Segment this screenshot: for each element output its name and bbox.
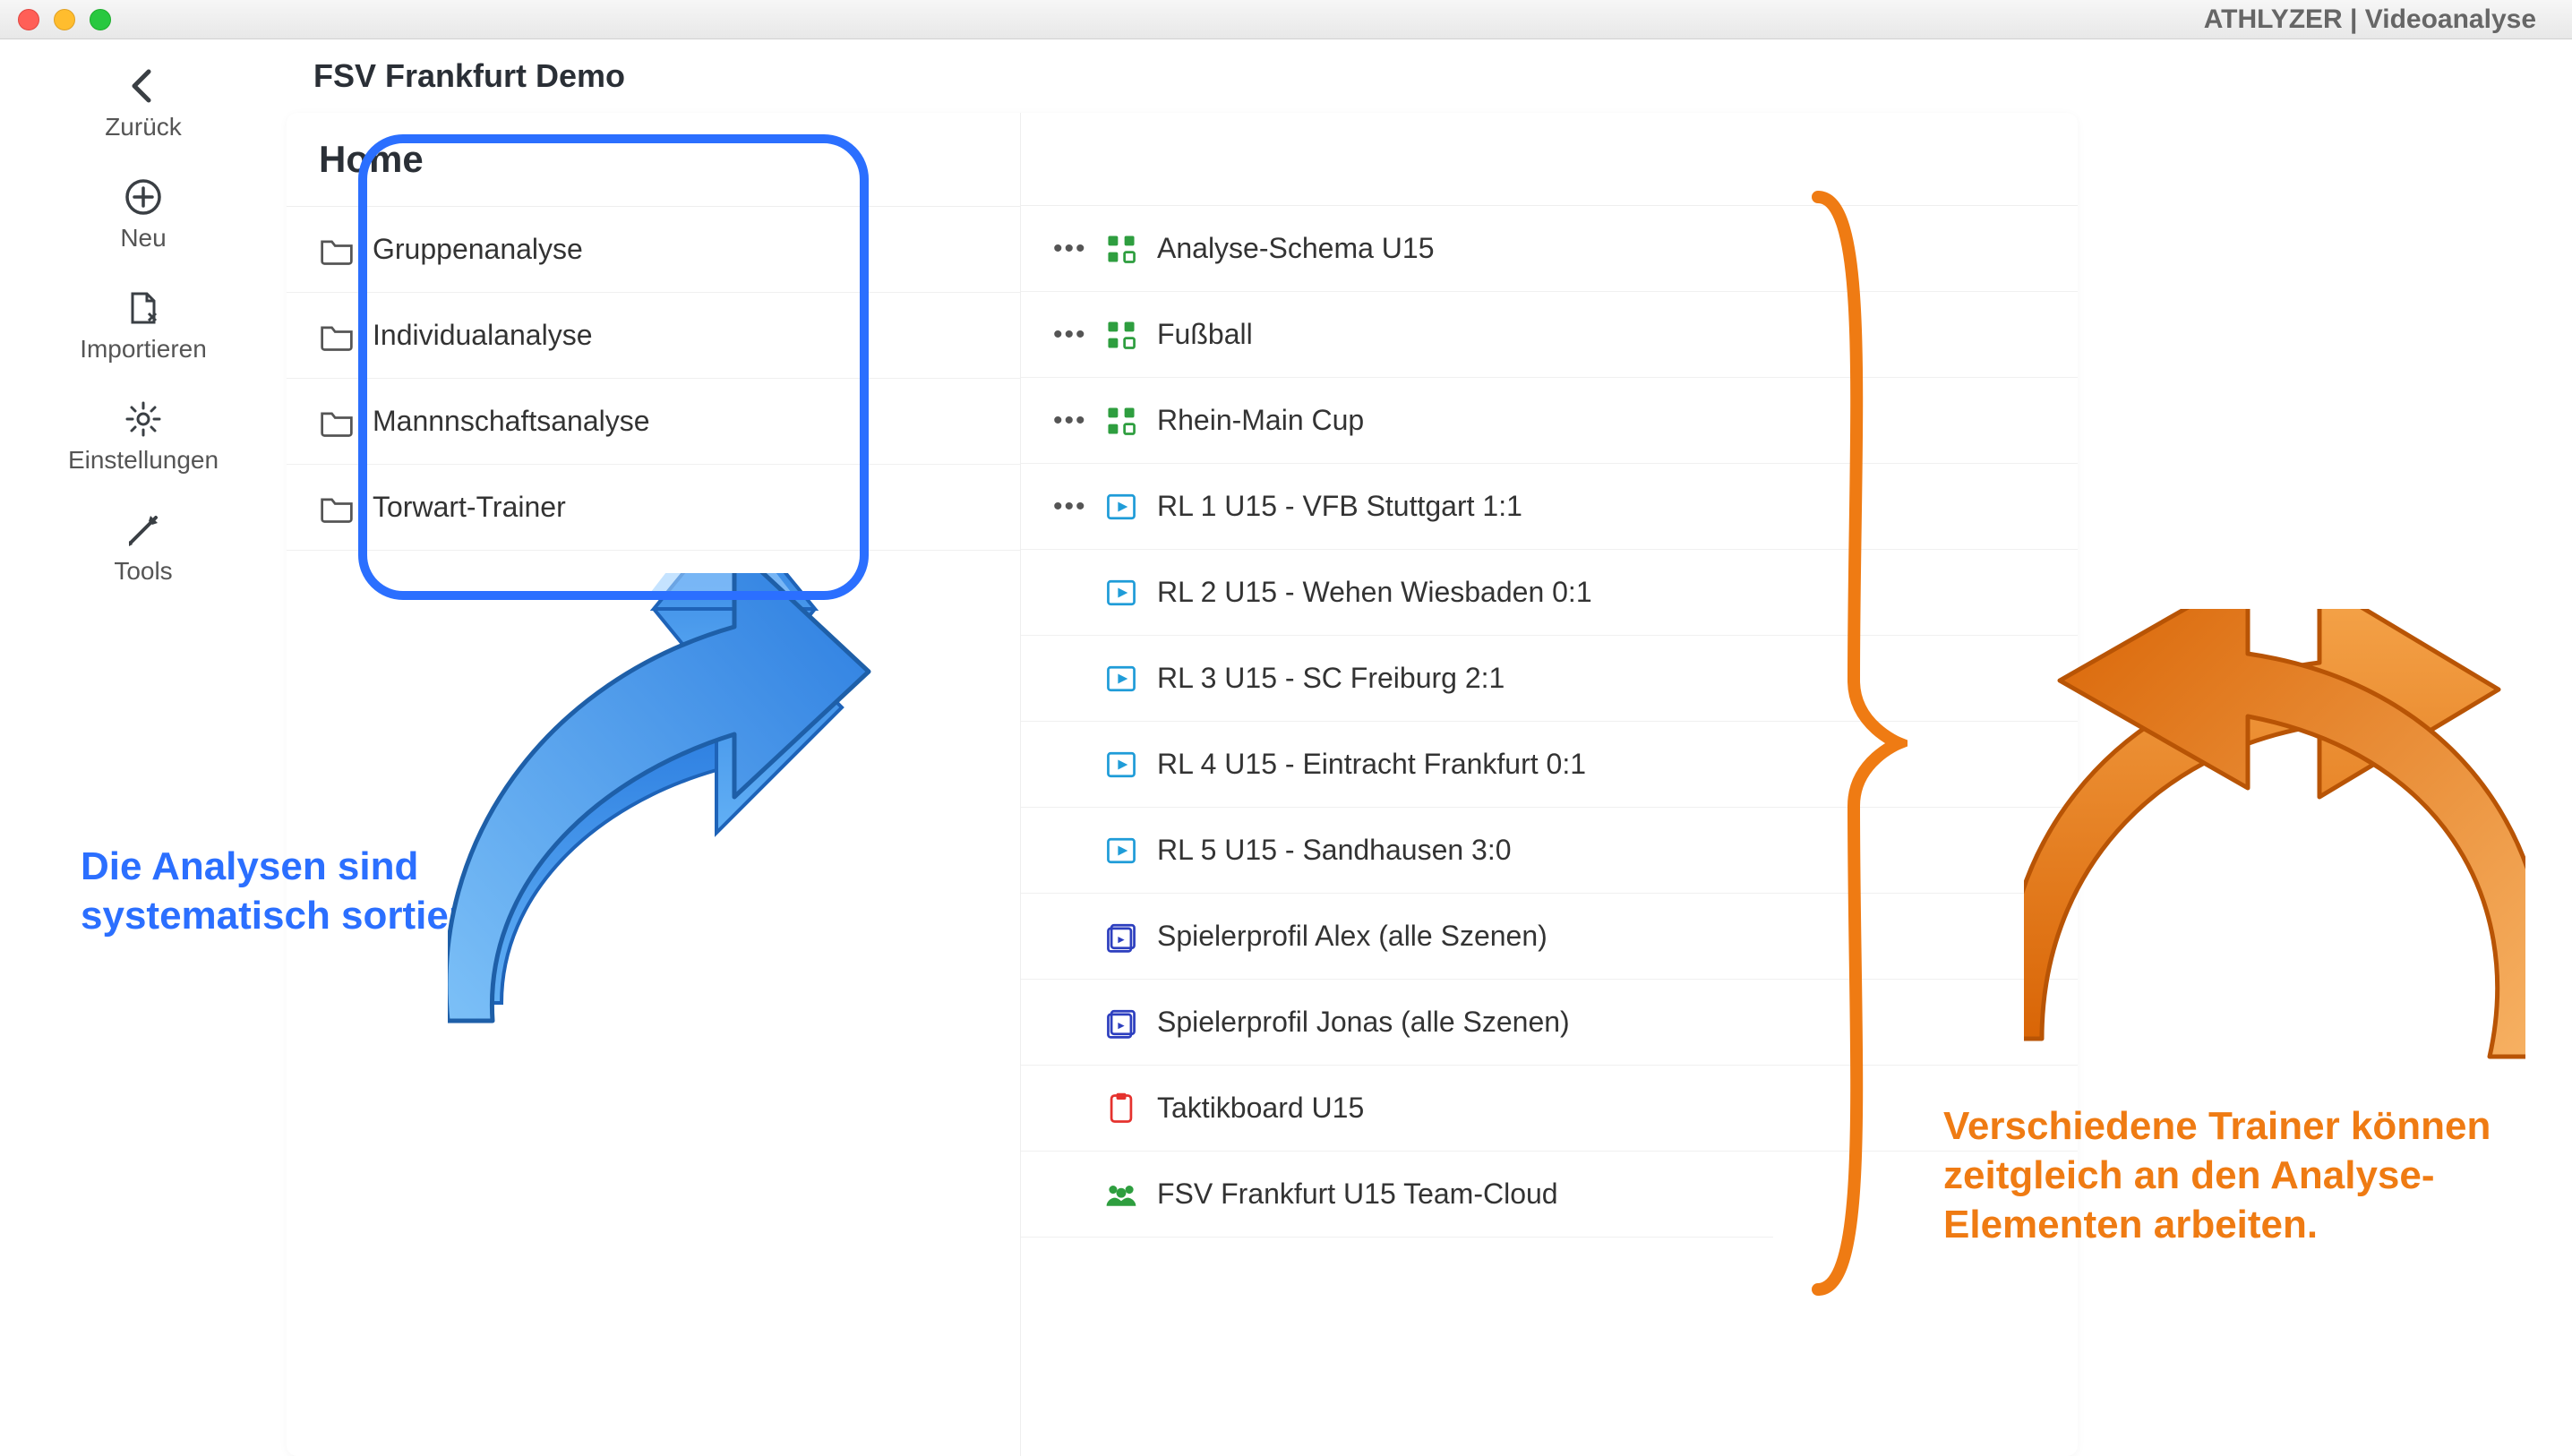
sidebar-label: Einstellungen xyxy=(68,446,219,475)
folder-label: Mannnschaftsanalyse xyxy=(373,405,650,438)
tools-icon xyxy=(124,510,163,550)
item-label: RL 3 U15 - SC Freiburg 2:1 xyxy=(1157,662,1505,695)
blank-row xyxy=(1773,808,2078,894)
close-window-button[interactable] xyxy=(18,9,39,30)
folders-column: Home Gruppenanalyse Individualanalyse Ma… xyxy=(287,113,1021,1456)
home-heading: Home xyxy=(287,113,1020,207)
blank-row xyxy=(1773,292,2078,378)
folder-icon xyxy=(319,318,355,354)
items-column: ••• Analyse-Schema U15 ••• Fußball ••• R… xyxy=(1021,113,1773,1456)
item-row[interactable]: ••• FSV Frankfurt U15 Team-Cloud xyxy=(1021,1152,1773,1238)
folder-label: Gruppenanalyse xyxy=(373,233,583,266)
video-icon xyxy=(1103,833,1139,869)
clipboard-icon xyxy=(1103,1091,1139,1126)
folder-label: Individualanalyse xyxy=(373,319,593,352)
item-row[interactable]: ••• RL 5 U15 - Sandhausen 3:0 xyxy=(1021,808,1773,894)
item-row[interactable]: ••• Spielerprofil Jonas (alle Szenen) xyxy=(1021,980,1773,1066)
blank-row xyxy=(1773,550,2078,636)
sidebar-item-import[interactable]: Importieren xyxy=(80,288,207,364)
item-label: RL 5 U15 - Sandhausen 3:0 xyxy=(1157,834,1512,867)
more-dots-icon[interactable]: ••• xyxy=(1053,492,1085,522)
more-dots-icon[interactable]: ••• xyxy=(1053,406,1085,436)
video-icon xyxy=(1103,575,1139,611)
blank-row xyxy=(1773,636,2078,722)
blank-row xyxy=(1773,722,2078,808)
folder-icon xyxy=(319,490,355,526)
blank-row xyxy=(1773,894,2078,980)
traffic-lights xyxy=(18,9,111,30)
item-row[interactable]: ••• Analyse-Schema U15 xyxy=(1021,206,1773,292)
item-row[interactable]: ••• Taktikboard U15 xyxy=(1021,1066,1773,1152)
blank-row xyxy=(1773,464,2078,550)
blank-row xyxy=(1773,206,2078,292)
schema-icon xyxy=(1103,317,1139,353)
item-label: Rhein-Main Cup xyxy=(1157,404,1364,437)
item-label: Fußball xyxy=(1157,318,1253,351)
schema-icon xyxy=(1103,403,1139,439)
blank-row xyxy=(1773,378,2078,464)
sidebar-label: Importieren xyxy=(80,335,207,364)
minimize-window-button[interactable] xyxy=(54,9,75,30)
window-title: ATHLYZER | Videoanalyse xyxy=(2204,4,2536,35)
item-label: FSV Frankfurt U15 Team-Cloud xyxy=(1157,1178,1558,1211)
item-row[interactable]: ••• Fußball xyxy=(1021,292,1773,378)
video-icon xyxy=(1103,489,1139,525)
sidebar-label: Tools xyxy=(114,557,172,586)
video-icon xyxy=(1103,661,1139,697)
folder-row[interactable]: Torwart-Trainer xyxy=(287,465,1020,551)
item-label: Taktikboard U15 xyxy=(1157,1092,1364,1125)
sidebar-item-settings[interactable]: Einstellungen xyxy=(68,399,219,475)
team-icon xyxy=(1103,1177,1139,1212)
sidebar-label: Zurück xyxy=(105,113,182,141)
folder-label: Torwart-Trainer xyxy=(373,491,566,524)
sidebar-item-new[interactable]: Neu xyxy=(120,177,166,253)
item-row[interactable]: ••• RL 4 U15 - Eintracht Frankfurt 0:1 xyxy=(1021,722,1773,808)
annotation-text-orange: Verschiedene Trainer können zeitgleich a… xyxy=(1943,1101,2516,1249)
plus-circle-icon xyxy=(124,177,163,217)
playlist-icon xyxy=(1103,1005,1139,1041)
folder-icon xyxy=(319,232,355,268)
schema-icon xyxy=(1103,231,1139,267)
sidebar-item-tools[interactable]: Tools xyxy=(114,510,172,586)
item-label: Spielerprofil Jonas (alle Szenen) xyxy=(1157,1006,1570,1039)
item-label: RL 4 U15 - Eintracht Frankfurt 0:1 xyxy=(1157,748,1586,781)
item-row[interactable]: ••• Rhein-Main Cup xyxy=(1021,378,1773,464)
gear-icon xyxy=(124,399,163,439)
annotation-text-blue: Die Analysen sind systematisch sortiert xyxy=(81,842,477,940)
item-label: RL 2 U15 - Wehen Wiesbaden 0:1 xyxy=(1157,576,1592,609)
item-label: Analyse-Schema U15 xyxy=(1157,232,1434,265)
folder-row[interactable]: Individualanalyse xyxy=(287,293,1020,379)
more-dots-icon[interactable]: ••• xyxy=(1053,234,1085,264)
more-dots-icon[interactable]: ••• xyxy=(1053,320,1085,350)
folder-row[interactable]: Mannnschaftsanalyse xyxy=(287,379,1020,465)
item-label: RL 1 U15 - VFB Stuttgart 1:1 xyxy=(1157,490,1522,523)
page-title: FSV Frankfurt Demo xyxy=(287,57,2536,95)
item-row[interactable]: ••• RL 2 U15 - Wehen Wiesbaden 0:1 xyxy=(1021,550,1773,636)
back-icon xyxy=(124,66,163,106)
blank-row xyxy=(1773,980,2078,1066)
video-icon xyxy=(1103,747,1139,783)
item-row[interactable]: ••• RL 3 U15 - SC Freiburg 2:1 xyxy=(1021,636,1773,722)
empty-column xyxy=(1773,113,2078,1456)
content-panel: Home Gruppenanalyse Individualanalyse Ma… xyxy=(287,113,2078,1456)
sidebar: Zurück Neu Importieren Einstellungen Too… xyxy=(0,39,287,1442)
playlist-icon xyxy=(1103,919,1139,955)
folder-icon xyxy=(319,404,355,440)
document-import-icon xyxy=(124,288,163,328)
item-row[interactable]: ••• RL 1 U15 - VFB Stuttgart 1:1 xyxy=(1021,464,1773,550)
sidebar-label: Neu xyxy=(120,224,166,253)
folder-row[interactable]: Gruppenanalyse xyxy=(287,207,1020,293)
sidebar-item-back[interactable]: Zurück xyxy=(105,66,182,141)
fullscreen-window-button[interactable] xyxy=(90,9,111,30)
item-label: Spielerprofil Alex (alle Szenen) xyxy=(1157,920,1547,953)
item-row[interactable]: ••• Spielerprofil Alex (alle Szenen) xyxy=(1021,894,1773,980)
window-titlebar: ATHLYZER | Videoanalyse xyxy=(0,0,2572,39)
